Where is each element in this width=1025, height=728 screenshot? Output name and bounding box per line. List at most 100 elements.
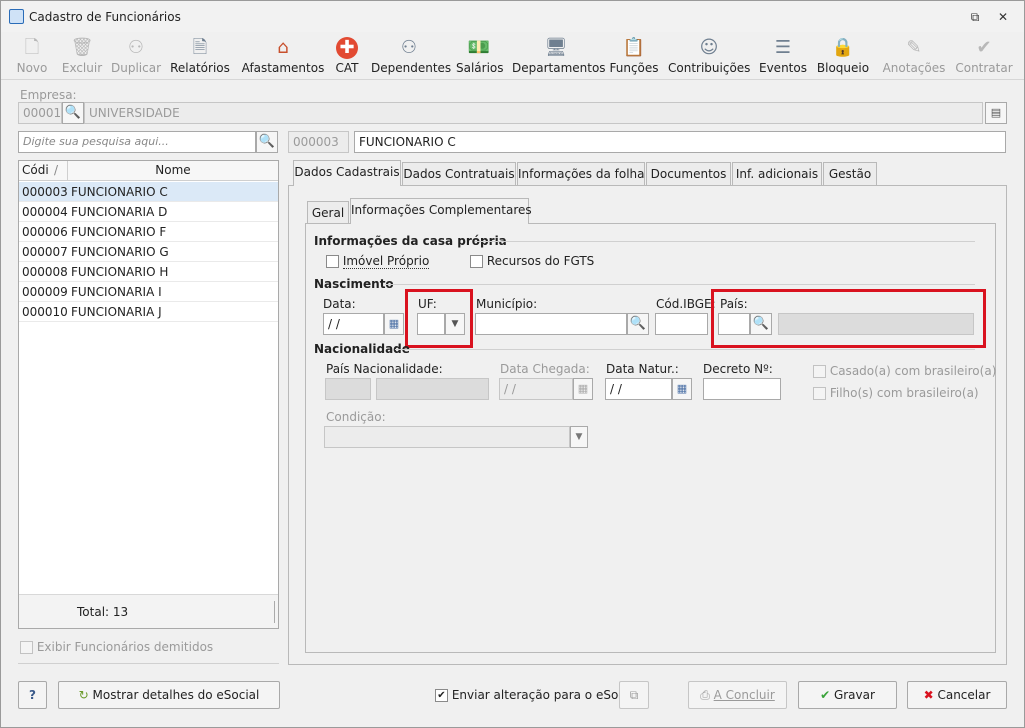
ibge-field[interactable] xyxy=(655,313,708,335)
empresa-code-field[interactable]: 00001 xyxy=(18,102,62,124)
duplicate-users-icon: ⚇ xyxy=(127,37,145,58)
calendar-icon[interactable]: ▦ xyxy=(672,378,692,400)
concluir-button[interactable]: ⎙ A Concluir xyxy=(688,681,787,709)
employee-grid: Códi / Nome 000003 FUNCIONARIO C 000004 FUN… xyxy=(18,160,279,629)
employee-name-field[interactable]: FUNCIONARIO C xyxy=(354,131,1006,153)
tab-inf-adicionais[interactable]: Inf. adicionais xyxy=(732,162,822,186)
reports-button[interactable]: 🗎 Relatórios xyxy=(169,32,231,80)
search-icon[interactable]: 🔍 xyxy=(256,131,278,153)
decreto-field[interactable] xyxy=(703,378,781,400)
functions-button[interactable]: 📋 Funções xyxy=(608,32,660,80)
events-button[interactable]: ☰ Eventos xyxy=(759,32,807,80)
contributions-button[interactable]: ☺ Contribuições xyxy=(668,32,750,80)
lock-icon: 🔒 xyxy=(831,37,855,58)
data-chegada-label: Data Chegada: xyxy=(500,362,590,376)
pais-name-field xyxy=(778,313,974,335)
dependents-icon: ⚇ xyxy=(400,37,418,58)
nascimento-data-field[interactable]: / / xyxy=(323,313,384,335)
filhos-brasileiro-checkbox[interactable]: Filho(s) com brasileiro(a) xyxy=(813,386,979,400)
hire-icon: ✔ xyxy=(976,37,992,58)
window-title: Cadastro de Funcionários xyxy=(29,10,181,24)
table-row[interactable]: 000006 FUNCIONARIO F xyxy=(19,222,278,242)
badge-icon: 📋 xyxy=(622,37,646,58)
employee-code-field[interactable]: 000003 xyxy=(288,131,349,153)
new-button[interactable]: 🗋 Novo xyxy=(13,32,51,80)
salary-icon: 💵 xyxy=(467,37,491,58)
recursos-fgts-checkbox[interactable]: Recursos do FGTS xyxy=(470,254,594,268)
esocial-details-button[interactable]: ↻ Mostrar detalhes do eSocial xyxy=(58,681,280,709)
tab-documentos[interactable]: Documentos xyxy=(646,162,731,186)
table-row[interactable]: 000007 FUNCIONARIO G xyxy=(19,242,278,262)
department-icon: 🖥 xyxy=(544,37,568,58)
subtab-geral[interactable]: Geral xyxy=(307,201,349,225)
notes-icon: ✎ xyxy=(906,37,922,58)
pais-nacionalidade-name xyxy=(376,378,489,400)
table-row[interactable]: 000010 FUNCIONARIA J xyxy=(19,302,278,322)
pais-search-icon[interactable]: 🔍 xyxy=(750,313,772,335)
calendar-grid-icon[interactable]: ▤ xyxy=(985,102,1007,124)
printer-icon: ⎙ xyxy=(700,688,710,702)
grid-header-name[interactable]: Nome xyxy=(68,161,278,181)
gravar-button[interactable]: ✔ Gravar xyxy=(798,681,897,709)
leaves-button[interactable]: ⌂ Afastamentos xyxy=(241,32,325,80)
data-label: Data: xyxy=(323,297,356,311)
condicao-label: Condição: xyxy=(326,410,386,424)
leave-house-icon: ⌂ xyxy=(277,37,289,58)
check-icon: ✔ xyxy=(820,688,831,702)
esocial-send-icon[interactable]: ⧉ xyxy=(619,681,649,709)
data-natur-label: Data Natur.: xyxy=(606,362,679,376)
grid-footer: Total: 13 xyxy=(19,594,278,628)
calendar-icon[interactable]: ▦ xyxy=(573,378,593,400)
table-row[interactable]: 000003 FUNCIONARIO C xyxy=(19,182,278,202)
municipio-field[interactable] xyxy=(475,313,627,335)
pais-nacionalidade-label: País Nacionalidade: xyxy=(326,362,443,376)
enviar-esocial-checkbox[interactable]: ✔ Enviar alteração para o eSocial xyxy=(435,688,639,702)
grid-total: Total: 13 xyxy=(77,605,129,619)
municipio-label: Município: xyxy=(476,297,538,311)
chevron-down-icon[interactable]: ▼ xyxy=(570,426,588,448)
report-icon: 🗎 xyxy=(192,37,208,58)
cat-button[interactable]: ✚ CAT xyxy=(331,32,363,80)
table-row[interactable]: 000009 FUNCIONARIA I xyxy=(19,282,278,302)
casado-brasileiro-checkbox[interactable]: Casado(a) com brasileiro(a) xyxy=(813,364,996,378)
table-row[interactable]: 000008 FUNCIONARIO H xyxy=(19,262,278,282)
delete-button[interactable]: 🗑 Excluir xyxy=(59,32,105,80)
trash-icon: 🗑 xyxy=(70,37,94,58)
exibir-demitidos-checkbox[interactable]: Exibir Funcionários demitidos xyxy=(20,640,213,654)
duplicate-button[interactable]: ⚇ Duplicar xyxy=(109,32,163,80)
data-chegada-field[interactable]: / / xyxy=(499,378,573,400)
condicao-select[interactable] xyxy=(324,426,570,448)
calendar-icon[interactable]: ▦ xyxy=(384,313,404,335)
grid-header-code[interactable]: Códi / xyxy=(19,161,68,181)
empresa-search-icon[interactable]: 🔍 xyxy=(62,102,84,124)
uf-select[interactable] xyxy=(417,313,445,335)
tab-dados-contratuais[interactable]: Dados Contratuais xyxy=(402,162,516,186)
pais-code-field[interactable] xyxy=(718,313,750,335)
data-natur-field[interactable]: / / xyxy=(605,378,672,400)
cancelar-button[interactable]: ✖ Cancelar xyxy=(907,681,1007,709)
tab-gestao[interactable]: Gestão xyxy=(823,162,877,186)
table-row[interactable]: 000004 FUNCIONARIA D xyxy=(19,202,278,222)
red-cross-icon: ✚ xyxy=(336,37,358,59)
subtab-informacoes-complementares[interactable]: Informações Complementares xyxy=(350,198,532,224)
pais-label: País: xyxy=(720,297,748,311)
uf-label: UF: xyxy=(418,297,437,311)
events-icon: ☰ xyxy=(774,37,792,58)
chevron-down-icon[interactable]: ▼ xyxy=(445,313,465,335)
restore-icon[interactable]: ⧉ xyxy=(966,8,984,26)
municipio-search-icon[interactable]: 🔍 xyxy=(627,313,649,335)
lock-button[interactable]: 🔒 Bloqueio xyxy=(816,32,870,80)
search-input[interactable]: Digite sua pesquisa aqui... xyxy=(18,131,256,153)
imovel-proprio-checkbox[interactable]: Imóvel Próprio xyxy=(326,254,430,269)
tab-informacoes-folha[interactable]: Informações da folha xyxy=(517,162,645,186)
notes-button[interactable]: ✎ Anotações xyxy=(881,32,947,80)
dependents-button[interactable]: ⚇ Dependentes xyxy=(371,32,451,80)
hire-button[interactable]: ✔ Contratar xyxy=(954,32,1014,80)
salaries-button[interactable]: 💵 Salários xyxy=(456,32,504,80)
toolbar: 🗋 Novo 🗑 Excluir ⚇ Duplicar 🗎 Relatórios ⌂ Af… xyxy=(1,32,1024,80)
close-icon[interactable]: ✕ xyxy=(994,8,1012,26)
tab-dados-cadastrais[interactable]: Dados Cadastrais xyxy=(293,160,401,186)
help-button[interactable]: ? xyxy=(18,681,47,709)
departments-button[interactable]: 🖥 Departamentos xyxy=(512,32,606,80)
empresa-name-field[interactable]: UNIVERSIDADE xyxy=(84,102,983,124)
